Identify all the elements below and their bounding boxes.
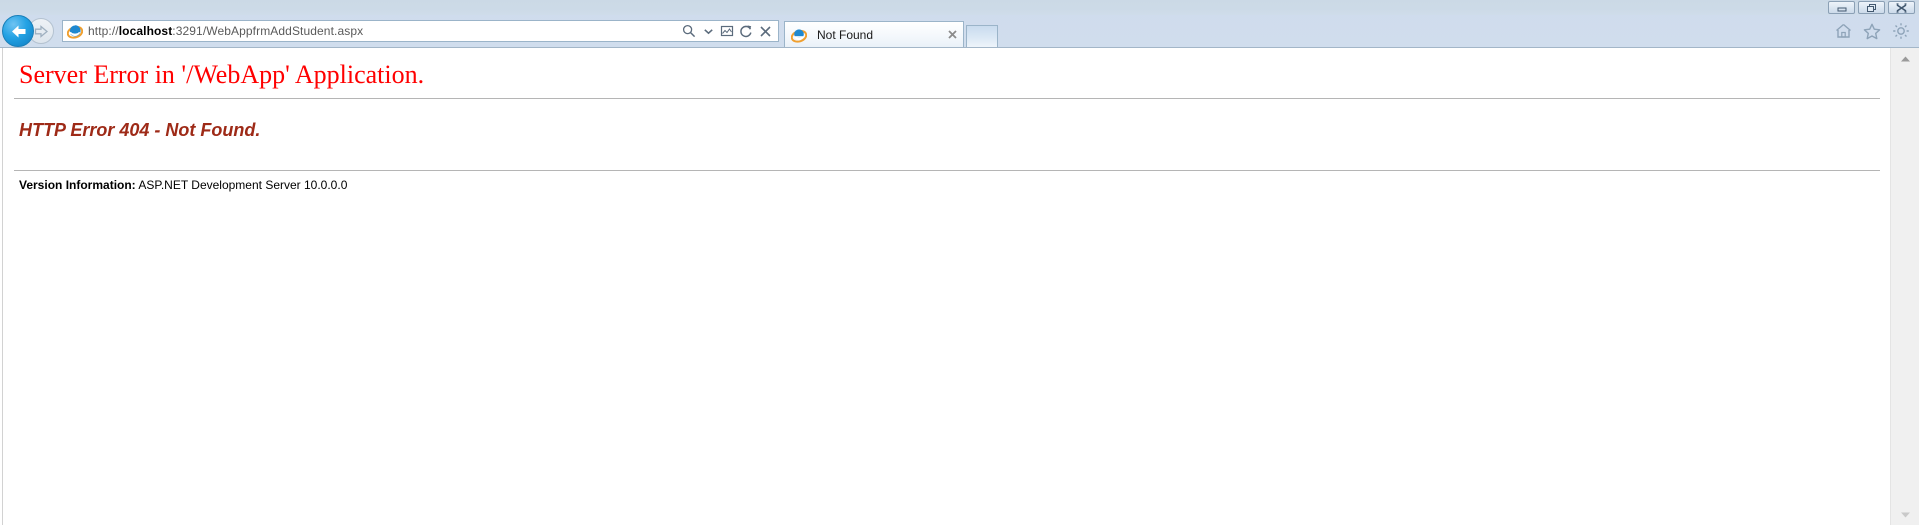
scrollbar-track[interactable] [1891,70,1919,504]
version-value: ASP.NET Development Server 10.0.0.0 [135,177,348,192]
home-glyph-icon [1835,23,1851,38]
minimize-button[interactable] [1828,1,1855,14]
refresh-glyph-icon [740,25,752,38]
search-glyph-icon [682,24,696,38]
forward-arrow-icon [34,24,48,38]
page-viewport: Server Error in '/WebApp' Application. H… [0,47,1919,525]
ie-favicon-icon [67,25,83,39]
scroll-down-button[interactable] [1891,504,1919,525]
url-path: :3291/WebAppfrmAddStudent.aspx [172,24,364,38]
favorites-star-glyph-icon [1863,23,1881,39]
window-controls [1828,1,1915,14]
close-icon [1896,2,1907,13]
back-button[interactable] [2,15,34,47]
restore-button[interactable] [1858,1,1885,14]
error-page-content: Server Error in '/WebApp' Application. H… [4,48,1890,525]
settings-icon[interactable] [1891,21,1911,41]
chevron-down-icon[interactable] [700,22,716,40]
page-left-edge [0,48,3,525]
tab-ie-favicon-icon [791,28,807,43]
home-icon[interactable] [1833,21,1853,41]
navigation-bar: http://localhost:3291/WebAppfrmAddStuden… [0,15,1919,47]
new-tab-button[interactable] [966,25,998,47]
chevron-up-icon [1900,56,1910,62]
scroll-up-button[interactable] [1891,48,1919,70]
settings-gear-glyph-icon [1893,23,1909,39]
version-information: Version Information: ASP.NET Development… [14,171,1880,192]
search-icon[interactable] [681,22,697,40]
refresh-icon[interactable] [738,22,754,40]
url-host: localhost [118,24,173,38]
close-button[interactable] [1888,1,1915,14]
nav-buttons [2,15,54,47]
back-arrow-icon [11,25,25,37]
tab-close-icon[interactable] [945,28,959,42]
restore-icon [1866,3,1876,12]
stop-icon[interactable] [757,22,773,40]
favorites-icon[interactable] [1862,21,1882,41]
tab-title: Not Found [817,27,874,42]
tab-not-found[interactable]: Not Found [784,21,964,47]
chevron-down-scroll-icon [1900,512,1910,518]
version-label: Version Information: [19,177,136,192]
vertical-scrollbar[interactable] [1890,48,1919,525]
url-scheme: http:// [88,24,119,38]
compatibility-view-glyph-icon [720,25,734,37]
browser-window: http://localhost:3291/WebAppfrmAddStuden… [0,0,1919,525]
url-text: http://localhost:3291/WebAppfrmAddStuden… [88,24,681,38]
address-bar-icons [681,22,776,40]
tab-close-glyph-icon [947,30,957,39]
minimize-icon [1837,7,1846,12]
error-subtitle: HTTP Error 404 - Not Found. [19,119,261,140]
tab-strip: Not Found [784,21,998,47]
chevron-down-glyph-icon [703,28,713,34]
page-title: Server Error in '/WebApp' Application. [19,60,425,89]
browser-toolbar [1833,21,1911,41]
title-bar [0,0,1919,15]
compatibility-view-icon[interactable] [719,22,735,40]
address-bar[interactable]: http://localhost:3291/WebAppfrmAddStuden… [62,20,779,42]
stop-glyph-icon [759,25,771,37]
